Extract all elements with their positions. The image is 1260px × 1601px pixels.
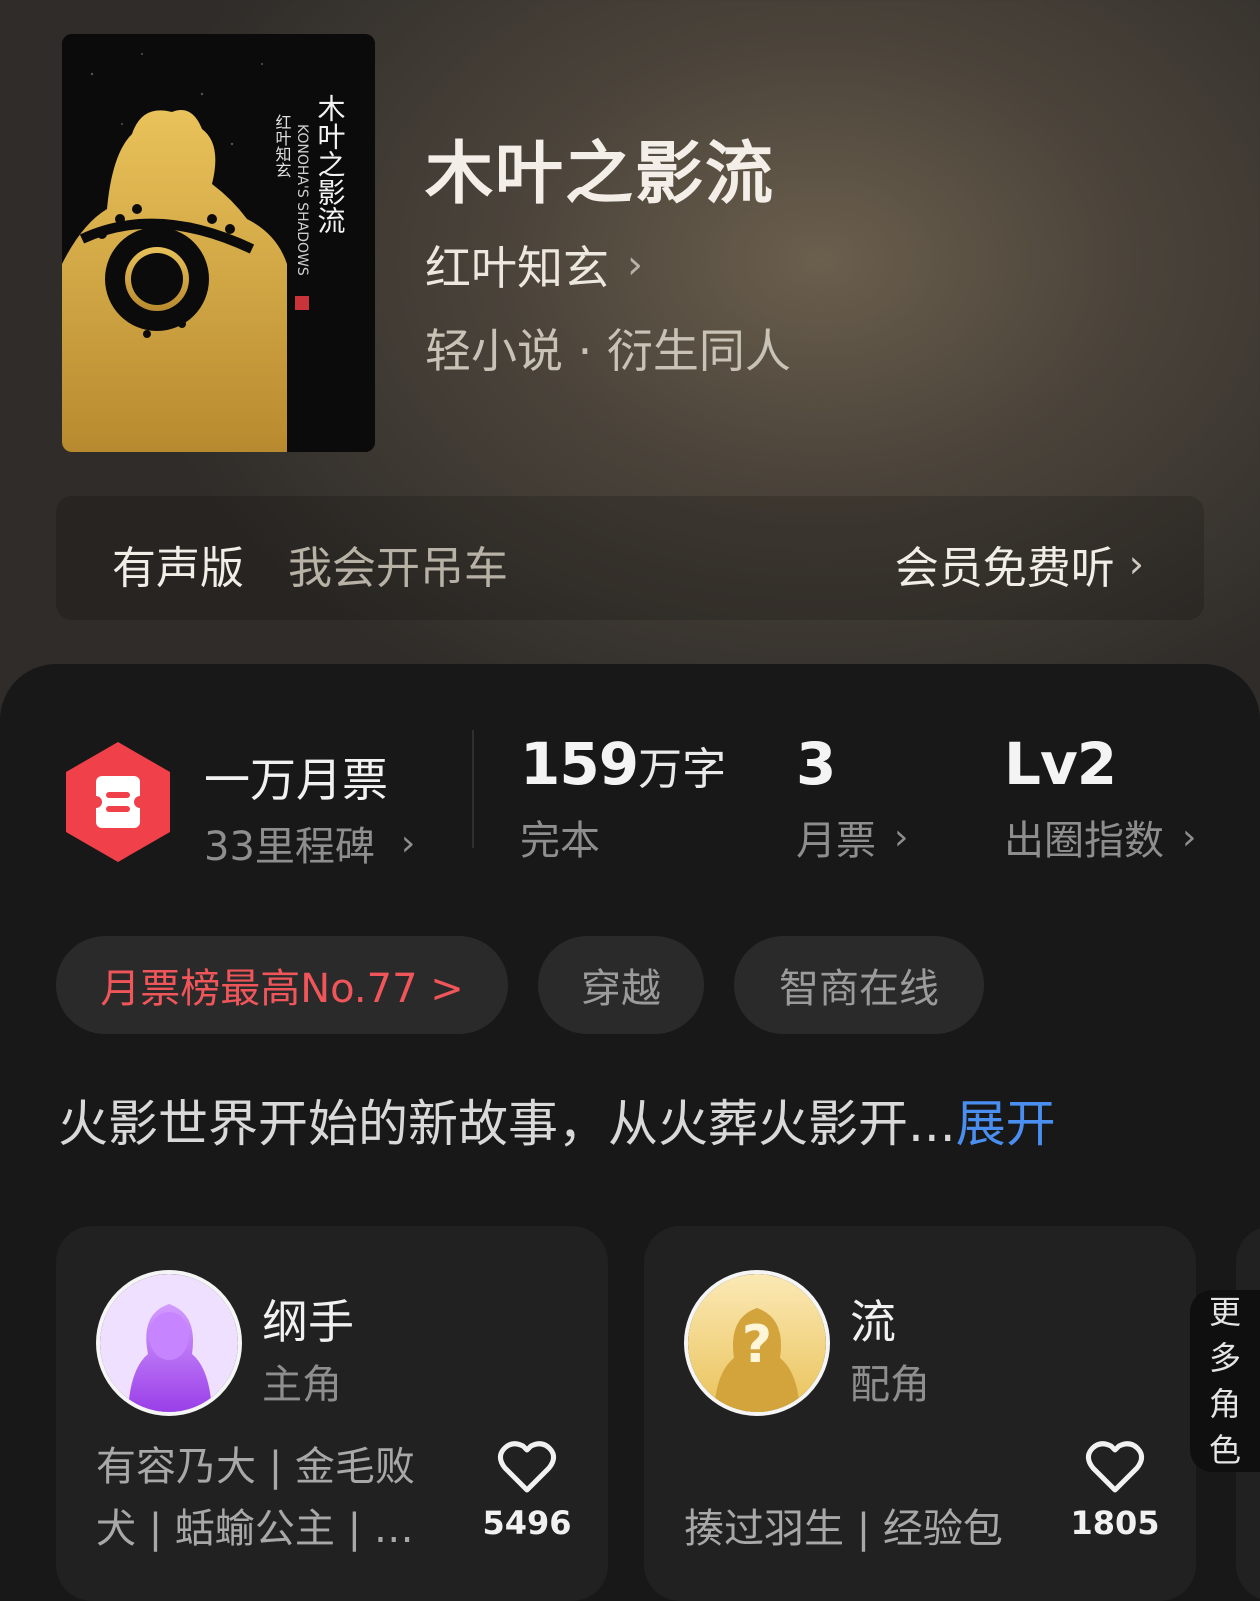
character-role: 配角 — [850, 1362, 930, 1408]
character-card[interactable]: 纲手 主角 有容乃大 | 金毛败犬 | 蛞蝓公主 | … 5496 — [56, 1226, 608, 1601]
word-count-unit: 万字 — [638, 744, 727, 795]
expand-link[interactable]: 展开 — [956, 1095, 1056, 1153]
chevron-right-icon: › — [627, 242, 643, 288]
chevron-right-icon: › — [1182, 816, 1197, 858]
cover-en-text: KONOHA'S SHADOWS — [294, 124, 310, 276]
cover-author-text: 红叶知玄 — [273, 114, 292, 178]
character-avatar: ? — [684, 1270, 830, 1416]
monthly-ticket-stat[interactable]: 3 月票 › — [796, 730, 908, 866]
character-mystery-icon: ? — [688, 1274, 826, 1412]
character-silhouette-icon — [100, 1274, 238, 1412]
book-title: 木叶之影流 — [425, 134, 776, 214]
popularity-label: 出圈指数 — [1004, 818, 1164, 864]
like-button[interactable]: 5496 — [482, 1440, 572, 1542]
character-tags: 有容乃大 | 金毛败犬 | 蛞蝓公主 | … — [96, 1444, 415, 1552]
heart-outline-icon — [1085, 1441, 1145, 1493]
chevron-right-icon: › — [894, 816, 909, 858]
book-cover[interactable]: 木叶之影流 红叶知玄 KONOHA'S SHADOWS — [62, 34, 375, 452]
character-tags: 揍过羽生 | 经验包 — [684, 1506, 1003, 1552]
tag-chip-smart[interactable]: 智商在线 — [734, 936, 984, 1034]
book-detail-panel: 一万月票 33里程碑 › 159万字 完本 3 月票 › Lv2 出圈指数 › 月票… — [0, 664, 1260, 1601]
completion-status: 完本 — [520, 818, 600, 864]
author-name: 红叶知玄 — [425, 241, 609, 295]
cover-title-text: 木叶之影流 — [314, 94, 347, 234]
member-free-listen-button[interactable]: 会员免费听 › — [895, 532, 1144, 596]
like-button[interactable]: 1805 — [1070, 1440, 1160, 1542]
popularity-level: Lv2 — [1004, 730, 1117, 798]
monthly-ticket-number: 3 — [796, 730, 836, 798]
character-avatar — [96, 1270, 242, 1416]
more-roles-char: 色 — [1208, 1431, 1241, 1469]
member-free-listen-label: 会员免费听 — [894, 543, 1115, 594]
heart-outline-icon — [497, 1441, 557, 1493]
ticket-milestone-title: 一万月票 — [204, 753, 388, 807]
ticket-milestone-sub: 33里程碑 — [204, 824, 375, 870]
more-roles-char: 角 — [1208, 1385, 1241, 1423]
ticket-rank-chip[interactable]: 月票榜最高No.77 > — [56, 936, 508, 1034]
stats-divider — [472, 730, 474, 848]
audio-narrator: 我会开吊车 — [288, 543, 508, 594]
character-card[interactable]: ? 流 配角 揍过羽生 | 经验包 1805 — [644, 1226, 1196, 1601]
author-link[interactable]: 红叶知玄 › — [425, 232, 643, 298]
character-name: 纲手 — [262, 1295, 354, 1349]
more-roles-char: 多 — [1208, 1339, 1241, 1377]
svg-text:?: ? — [742, 1315, 772, 1375]
more-roles-char: 更 — [1208, 1293, 1241, 1331]
synopsis: 火影世界开始的新故事，从火葬火影开...展开 — [58, 1084, 1056, 1156]
like-count: 1805 — [1070, 1504, 1160, 1542]
book-cover-art: 木叶之影流 红叶知玄 KONOHA'S SHADOWS — [62, 34, 375, 452]
popularity-index-stat[interactable]: Lv2 出圈指数 › — [1004, 730, 1196, 866]
character-name: 流 — [850, 1295, 896, 1349]
chevron-right-icon: › — [400, 822, 416, 864]
tag-chip-time-travel[interactable]: 穿越 — [538, 936, 704, 1034]
audio-tag: 有声版 — [112, 543, 244, 594]
monthly-ticket-label: 月票 — [796, 818, 876, 864]
like-count: 5496 — [482, 1504, 572, 1542]
more-roles-button[interactable]: 更 多 角 色 — [1190, 1290, 1260, 1472]
ticket-milestone-link[interactable]: 33里程碑 › — [204, 814, 415, 872]
character-role: 主角 — [262, 1362, 342, 1408]
word-count-stat: 159万字 完本 — [520, 730, 726, 866]
word-count-number: 159 — [520, 730, 639, 798]
ticket-hex-icon — [66, 742, 170, 862]
chevron-right-icon: › — [1128, 542, 1144, 586]
audio-version-bar[interactable]: 有声版 我会开吊车 会员免费听 › — [56, 496, 1204, 620]
genre-text: 轻小说 · 衍生同人 — [425, 324, 791, 378]
synopsis-text: 火影世界开始的新故事，从火葬火影开... — [58, 1095, 956, 1153]
